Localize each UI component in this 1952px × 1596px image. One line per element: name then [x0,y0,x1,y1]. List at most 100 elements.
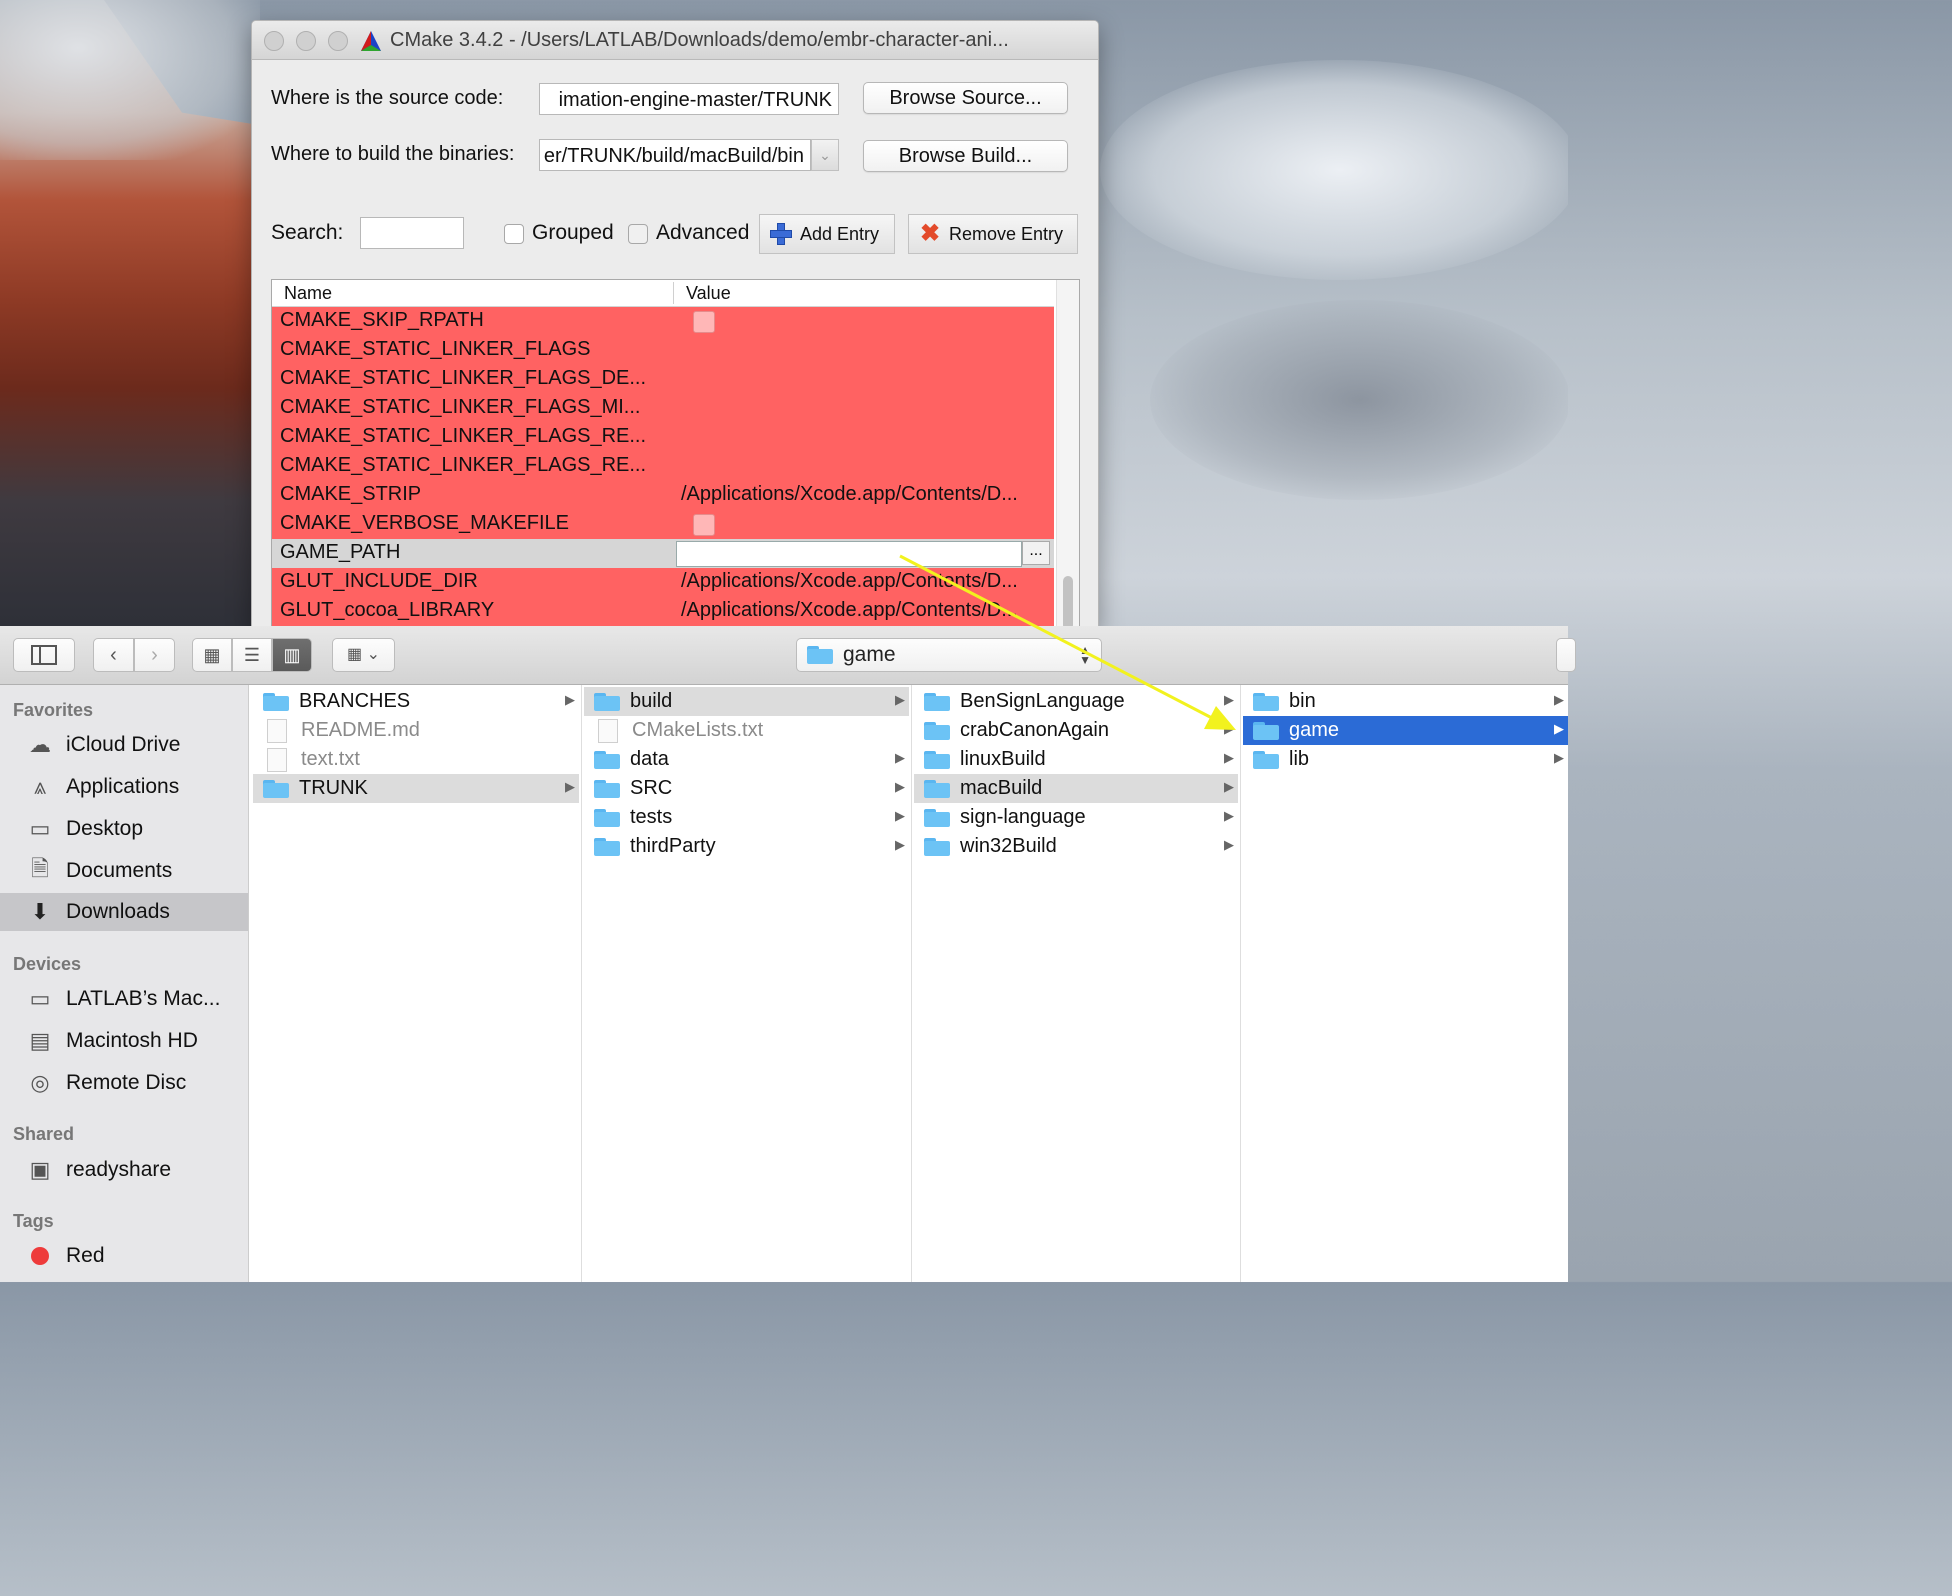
table-row[interactable]: GLUT_INCLUDE_DIR /Applications/Xcode.app… [272,568,1054,597]
folder-icon [1253,750,1279,769]
build-path-text: er/TRUNK/build/macBuild/bin [543,145,804,167]
table-row[interactable]: CMAKE_STATIC_LINKER_FLAGS_DE... [272,365,1054,394]
disclosure-triangle-icon: ▶ [1554,692,1564,707]
sidebar-item-macintosh-hd[interactable]: ▤ Macintosh HD [0,1022,248,1060]
list-view-button[interactable]: ☰ [232,638,272,672]
row-name: GLUT_INCLUDE_DIR [280,570,478,592]
sidebar-item-label: readyshare [66,1158,172,1181]
table-row[interactable]: CMAKE_STATIC_LINKER_FLAGS_RE... [272,452,1054,481]
table-row[interactable]: CMAKE_STATIC_LINKER_FLAGS_MI... [272,394,1054,423]
chevron-down-icon[interactable]: ⌄ [811,139,839,171]
list-item-src[interactable]: SRC ▶ [584,774,909,803]
disclosure-triangle-icon: ▶ [895,808,905,823]
scrollbar-thumb[interactable] [1063,576,1073,627]
cache-entries-table[interactable]: Name Value CMAKE_SKIP_RPATH CMAKE_STATIC… [271,279,1080,627]
list-item-readme[interactable]: README.md [253,716,579,745]
sidebar-item-remote-disc[interactable]: ◎ Remote Disc [0,1064,248,1102]
source-path-field[interactable]: imation-engine-master/TRUNK [539,83,839,115]
list-item-linuxbuild[interactable]: linuxBuild ▶ [914,745,1238,774]
name-column-header[interactable]: Name [284,283,332,304]
sidebar-item-icloud-drive[interactable]: ☁ iCloud Drive [0,726,248,764]
game-path-value-input[interactable] [676,541,1022,567]
list-item-bensignlanguage[interactable]: BenSignLanguage ▶ [914,687,1238,716]
list-item-lib[interactable]: lib ▶ [1243,745,1568,774]
list-item-branches[interactable]: BRANCHES ▶ [253,687,579,716]
table-row[interactable]: CMAKE_SKIP_RPATH [272,307,1054,336]
list-item-win32build[interactable]: win32Build ▶ [914,832,1238,861]
table-row[interactable]: CMAKE_VERBOSE_MAKEFILE [272,510,1054,539]
sidebar-item-documents[interactable]: 🗎 Documents [0,852,248,890]
folder-icon [924,779,950,798]
icon-view-button[interactable]: ▦ [192,638,232,672]
browse-build-button[interactable]: Browse Build... [863,140,1068,172]
table-row[interactable]: CMAKE_STATIC_LINKER_FLAGS [272,336,1054,365]
list-item-trunk[interactable]: TRUNK ▶ [253,774,579,803]
table-row[interactable]: CMAKE_STRIP /Applications/Xcode.app/Cont… [272,481,1054,510]
search-input[interactable] [360,217,464,249]
item-label: BRANCHES [299,690,411,712]
list-item-macbuild[interactable]: macBuild ▶ [914,774,1238,803]
close-window-button[interactable] [264,31,284,51]
browse-source-button[interactable]: Browse Source... [863,82,1068,114]
sidebar-toggle-button[interactable] [13,638,75,672]
wallpaper-cloud [1150,300,1568,500]
sidebar-item-label: iCloud Drive [66,733,181,756]
list-item-bin[interactable]: bin ▶ [1243,687,1568,716]
folder-icon [924,721,950,740]
table-row[interactable]: CMAKE_STATIC_LINKER_FLAGS_RE... [272,423,1054,452]
item-label: tests [630,806,673,828]
path-popup-label: game [843,643,896,666]
search-label: Search: [271,221,344,244]
list-item-cmakelists[interactable]: CMakeLists.txt [584,716,909,745]
disclosure-triangle-icon: ▶ [565,779,575,794]
network-display-icon: ▣ [29,1157,51,1182]
finder-column-demo: BRANCHES ▶ README.md text.txt TRUNK ▶ [251,685,582,1282]
documents-icon: 🗎 [31,856,49,881]
back-button[interactable]: ‹ [93,638,134,672]
list-item-game[interactable]: game ▶ [1243,716,1568,745]
item-label: sign-language [960,806,1086,828]
list-item-crabcanonagain[interactable]: crabCanonAgain ▶ [914,716,1238,745]
minimize-window-button[interactable] [296,31,316,51]
list-item-tests[interactable]: tests ▶ [584,803,909,832]
list-item-sign-language[interactable]: sign-language ▶ [914,803,1238,832]
remove-entry-button[interactable]: ✖ Remove Entry [908,214,1078,254]
add-entry-button[interactable]: Add Entry [759,214,895,254]
sidebar-item-readyshare[interactable]: ▣ readyshare [0,1151,248,1189]
row-name: CMAKE_STATIC_LINKER_FLAGS_DE... [280,367,647,389]
sidebar-item-mac[interactable]: ▭ LATLAB’s Mac... [0,980,248,1018]
list-item-text-txt[interactable]: text.txt [253,745,579,774]
folder-icon [594,750,620,769]
forward-button[interactable]: › [134,638,175,672]
table-row-editing[interactable]: GAME_PATH ... [272,539,1054,568]
table-scrollbar[interactable] [1056,280,1079,627]
red-tag-icon [26,1243,54,1269]
value-checkbox[interactable] [693,311,715,333]
zoom-window-button[interactable] [328,31,348,51]
table-row[interactable]: GLUT_cocoa_LIBRARY /Applications/Xcode.a… [272,597,1054,626]
sidebar-item-tag-red[interactable]: Red [0,1237,248,1275]
grouped-checkbox[interactable] [504,224,524,244]
desktop-icon: ▭ [29,816,51,841]
path-popup-button[interactable]: game ▲ ▼ [796,638,1102,672]
column-view-button[interactable]: ▥ [272,638,312,672]
list-item-data[interactable]: data ▶ [584,745,909,774]
sidebar-item-desktop[interactable]: ▭ Desktop [0,810,248,848]
item-label: CMakeLists.txt [632,719,764,741]
row-value: /Applications/Xcode.app/Contents/D... [681,599,1018,621]
sidebar-item-downloads[interactable]: ⬇ Downloads [0,893,248,931]
folder-icon [924,692,950,711]
item-label: linuxBuild [960,748,1046,770]
advanced-checkbox[interactable] [628,224,648,244]
plus-icon [770,223,792,245]
value-column-header[interactable]: Value [686,283,731,304]
build-path-combobox[interactable]: er/TRUNK/build/macBuild/bin [539,139,811,171]
sidebar-item-applications[interactable]: ⩓ Applications [0,768,248,806]
list-item-build[interactable]: build ▶ [584,687,909,716]
arrange-menu-button[interactable]: ▦ ⌄ [332,638,395,672]
item-label: build [630,690,673,712]
browse-ellipsis-button[interactable]: ... [1022,541,1050,565]
value-checkbox[interactable] [693,514,715,536]
list-item-thirdparty[interactable]: thirdParty ▶ [584,832,909,861]
toolbar-overflow-button[interactable] [1556,638,1576,672]
